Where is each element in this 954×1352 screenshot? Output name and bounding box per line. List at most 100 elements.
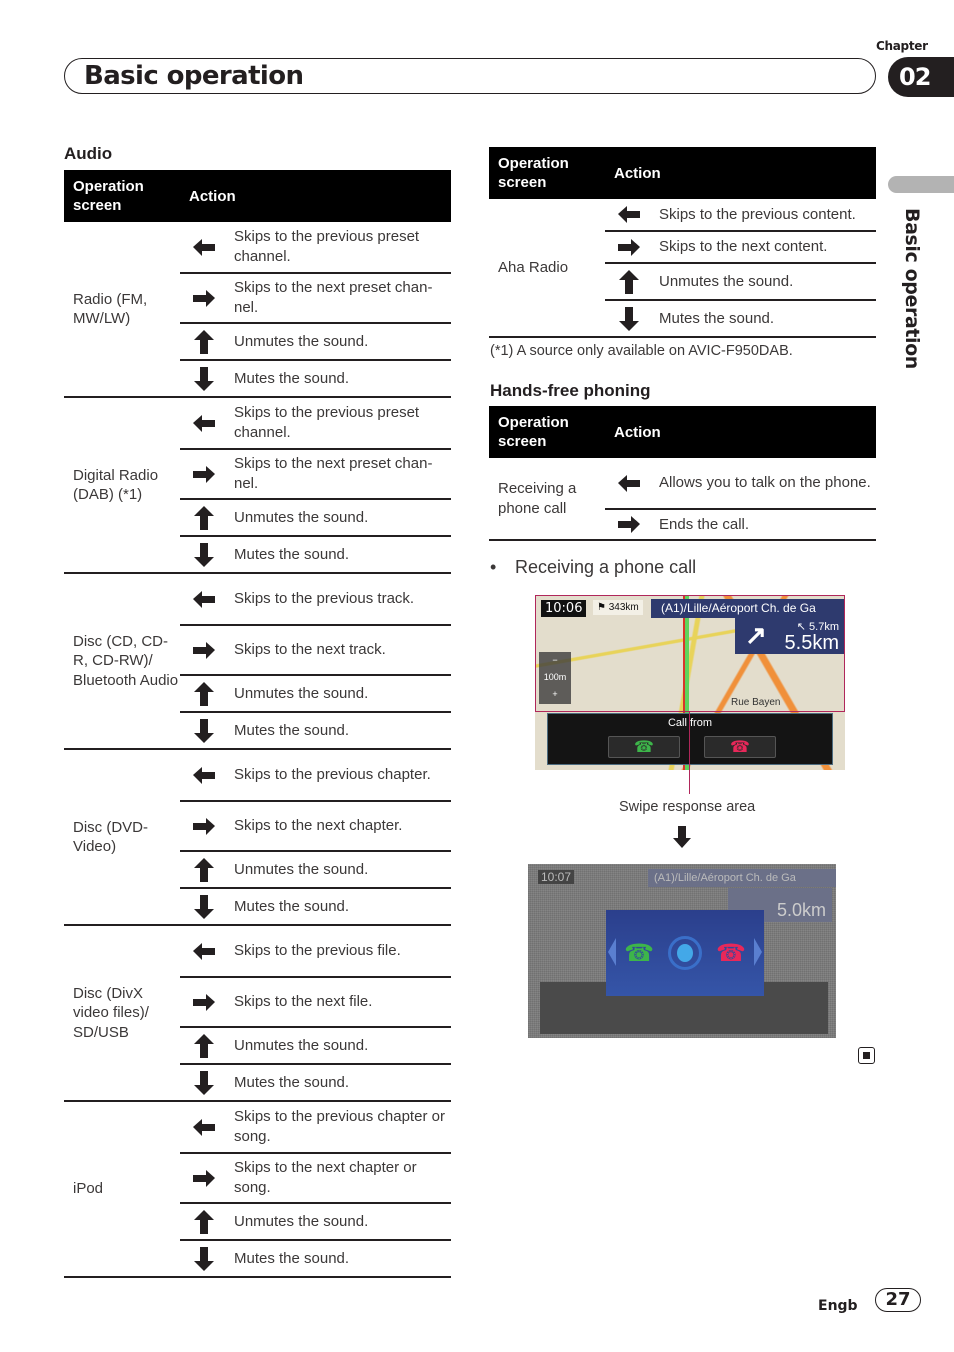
section-heading-audio: Audio	[64, 144, 113, 163]
phone-accept-icon: ☎	[624, 939, 654, 967]
action-description: Skips to the next track.	[234, 641, 386, 658]
bullet-dot: •	[490, 557, 497, 577]
table-group: Disc (DVD-Video) Skips to the previous ch…	[64, 750, 451, 926]
action-description: Unmutes the sound.	[234, 1212, 369, 1230]
table-row: Skips to the previous preset channel.	[180, 398, 451, 448]
action-description: Mutes the sound.	[234, 721, 350, 739]
bullet-text: Receiving a phone call	[515, 557, 697, 577]
action-description: Skips to the next preset chan-nel.	[234, 455, 433, 492]
bullet-item: • Receiving a phone call	[490, 557, 696, 578]
page-number: 27	[875, 1288, 921, 1312]
phone-accept-icon: ☎	[634, 739, 654, 756]
table-row: Skips to the next file.	[180, 976, 451, 1026]
arrow-right-icon	[180, 465, 228, 484]
operation-screen-name: iPod	[73, 1180, 104, 1198]
header-operation-screen: Operation screen	[498, 414, 569, 450]
table-row: Skips to the previous preset channel.	[180, 222, 451, 272]
table-row: Unmutes the sound.	[180, 498, 451, 535]
header-operation-screen: Operation screen	[73, 178, 144, 214]
decline-call-button: ☎	[704, 736, 776, 758]
table-row: Skips to the previous track.	[180, 574, 451, 624]
action-description: Mutes the sound.	[234, 897, 350, 915]
table-row: Ends the call.	[605, 508, 876, 539]
table-row: Skips to the next chapter or song.	[180, 1152, 451, 1202]
table-group: Disc (CD, CD-R, CD-RW)/ Bluetooth Audio S…	[64, 574, 451, 750]
swipe-knob-dot	[677, 944, 693, 962]
table-row: Mutes the sound.	[180, 359, 451, 396]
swipe-knob	[668, 936, 702, 970]
table-row: Mutes the sound.	[180, 711, 451, 748]
operation-screen-name: Disc (CD, CD-R, CD-RW)/ Bluetooth Audio	[73, 632, 179, 689]
arrow-down-icon	[180, 542, 228, 567]
arrow-left-icon	[180, 766, 228, 785]
section-heading-handsfree: Hands-free phoning	[490, 381, 651, 400]
arrow-right-icon	[180, 289, 228, 308]
action-description: Skips to the previous preset channel.	[234, 404, 420, 441]
arrow-right-icon	[605, 515, 653, 534]
arrow-left-icon	[180, 590, 228, 609]
table-header: Operation screen Action	[489, 147, 876, 199]
table-group: iPod Skips to the previous chapter or son…	[64, 1102, 451, 1278]
action-description: Unmutes the sound.	[234, 860, 369, 878]
swipe-panel: ☎ ☎	[606, 910, 764, 996]
table-row: Skips to the previous chapter.	[180, 750, 451, 800]
table-row: Skips to the previous chapter or song.	[180, 1102, 451, 1152]
arrow-down-icon	[180, 894, 228, 919]
action-description: Skips to the previous chapter.	[234, 766, 431, 783]
action-description: Unmutes the sound.	[234, 1036, 369, 1054]
action-description: Skips to the next chapter.	[234, 817, 403, 834]
action-description: Mutes the sound.	[234, 1249, 350, 1267]
audio-operation-table: Operation screen Action Radio (FM, MW/LW…	[64, 170, 451, 1278]
action-rows: Skips to the previous preset channel. Ski…	[180, 222, 451, 396]
action-description: Unmutes the sound.	[234, 684, 369, 702]
arrow-up-icon	[180, 681, 228, 706]
header-action: Action	[189, 187, 236, 205]
arrow-right-icon	[180, 993, 228, 1012]
action-description: Mutes the sound.	[234, 1073, 350, 1091]
chevron-right-icon	[754, 938, 762, 966]
arrow-down-icon	[180, 1070, 228, 1095]
table-row: Mutes the sound.	[180, 1239, 451, 1276]
operation-screen-name: Disc (DVD-Video)	[73, 818, 148, 856]
table-row: Skips to the next chapter.	[180, 800, 451, 850]
action-description: Skips to the next chapter or song.	[234, 1159, 417, 1196]
call-from-label: Call from	[667, 717, 712, 729]
action-description: Mutes the sound.	[659, 309, 775, 327]
arrow-up-icon	[180, 1033, 228, 1058]
action-rows: Skips to the previous track. Skips to the…	[180, 574, 451, 748]
arrow-down-icon	[180, 718, 228, 743]
table-row: Skips to the next preset chan-nel.	[180, 448, 451, 498]
arrow-right-icon	[180, 641, 228, 660]
arrow-right-icon	[605, 238, 653, 257]
page-title: Basic operation	[84, 61, 304, 91]
action-description: Skips to the previous file.	[234, 942, 401, 959]
action-rows: Skips to the previous content. Skips to t…	[605, 199, 876, 336]
table-row: Mutes the sound.	[605, 299, 876, 336]
footnote: (*1) A source only available on AVIC-F95…	[490, 343, 793, 359]
incoming-call-bar: Call from ☎ ☎	[547, 713, 833, 765]
action-rows: Skips to the previous chapter. Skips to t…	[180, 750, 451, 924]
action-description: Skips to the previous chapter or song.	[234, 1108, 445, 1145]
action-rows: Allows you to talk on the phone. Ends the…	[605, 458, 876, 539]
table-header: Operation screen Action	[64, 170, 451, 222]
road-banner: (A1)/Lille/Aéroport Ch. de Ga	[648, 869, 836, 887]
language-label: Engb	[818, 1298, 858, 1314]
operation-screen-name: Disc (DivX video files)/ SD/USB	[73, 984, 149, 1041]
arrow-left-icon	[180, 414, 228, 433]
table-group: Radio (FM, MW/LW) Skips to the previous p…	[64, 222, 451, 398]
table-row: Skips to the next preset chan-nel.	[180, 272, 451, 322]
table-row: Mutes the sound.	[180, 887, 451, 924]
arrow-up-icon	[180, 329, 228, 354]
action-description: Skips to the previous track.	[234, 590, 415, 607]
header-operation-screen: Operation screen	[498, 155, 569, 191]
table-row: Skips to the previous file.	[180, 926, 451, 976]
action-description: Skips to the previous preset channel.	[234, 228, 420, 265]
action-description: Unmutes the sound.	[234, 332, 369, 350]
arrow-right-icon	[180, 817, 228, 836]
table-row: Unmutes the sound.	[180, 322, 451, 359]
action-description: Skips to the next preset chan-nel.	[234, 279, 433, 316]
chapter-number-badge: 02	[888, 57, 954, 97]
end-of-section-icon	[858, 1047, 875, 1064]
callout-leader-line	[689, 712, 690, 794]
arrow-left-icon	[180, 942, 228, 961]
